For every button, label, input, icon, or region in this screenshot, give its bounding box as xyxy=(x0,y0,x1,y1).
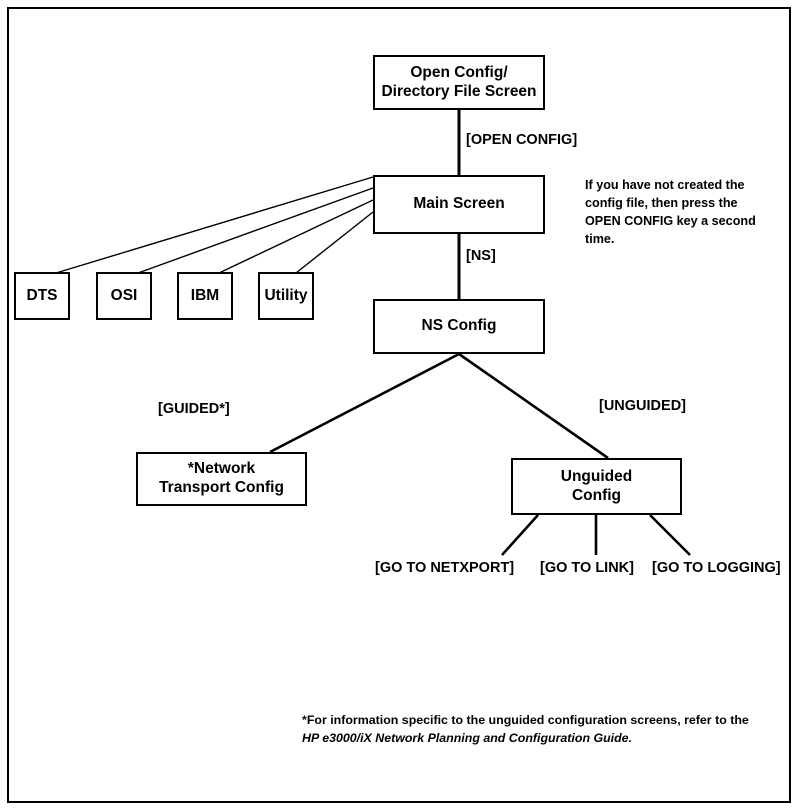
edge-label-go-to-logging: [GO TO LOGGING] xyxy=(652,560,781,576)
edge-nsconfig-to-unguided xyxy=(458,352,609,460)
edge-label-open-config: [OPEN CONFIG] xyxy=(466,132,578,148)
node-ns-config[interactable]: NS Config xyxy=(373,299,545,354)
node-unguided-config[interactable]: Unguided Config xyxy=(511,458,682,515)
node-open-config-line2: Directory File Screen xyxy=(381,82,537,100)
node-open-config-directory-file-screen[interactable]: Open Config/ Directory File Screen xyxy=(373,55,545,110)
note-line-1: If you have not created the xyxy=(585,178,745,192)
edge-nsconfig-to-network-transport xyxy=(269,352,460,454)
node-utility[interactable]: Utility xyxy=(258,272,314,320)
edge-label-ns: [NS] xyxy=(466,248,496,264)
edge-unguided-to-logging xyxy=(649,514,691,556)
note-line-3: OPEN CONFIG key a second xyxy=(585,213,756,228)
node-osi-label: OSI xyxy=(110,286,138,304)
footnote-line-2-guide-title: HP e3000/iX Network Planning and Configu… xyxy=(302,730,633,745)
node-open-config-line1: Open Config/ xyxy=(410,63,508,81)
edge-unguided-to-netxport xyxy=(501,514,539,556)
node-unguided-line1: Unguided xyxy=(560,467,633,485)
edge-main-to-dts xyxy=(55,176,374,274)
edge-label-go-to-netxport: [GO TO NETXPORT] xyxy=(375,560,515,576)
node-main-screen[interactable]: Main Screen xyxy=(373,175,545,234)
node-main-screen-label: Main Screen xyxy=(413,195,505,213)
edge-label-go-to-link: [GO TO LINK] xyxy=(540,560,634,576)
edge-main-to-ibm xyxy=(218,199,374,274)
note-open-config-hint: If you have not created the config file,… xyxy=(585,177,785,249)
node-dts[interactable]: DTS xyxy=(14,272,70,320)
footnote-unguided-reference: *For information specific to the unguide… xyxy=(302,712,772,748)
note-line-4: time. xyxy=(585,231,615,246)
node-utility-label: Utility xyxy=(264,286,308,304)
node-ibm-label: IBM xyxy=(190,286,220,304)
edge-main-to-utility xyxy=(295,211,374,274)
node-osi[interactable]: OSI xyxy=(96,272,152,320)
node-network-transport-line2: Transport Config xyxy=(159,479,284,496)
node-network-transport-line1: *Network xyxy=(187,460,256,478)
footnote-line-1: *For information specific to the unguide… xyxy=(302,713,749,727)
node-dts-label: DTS xyxy=(26,286,58,304)
edge-label-guided: [GUIDED*] xyxy=(158,401,230,417)
diagram-page: Open Config/ Directory File Screen [OPEN… xyxy=(0,0,798,809)
node-ns-config-label: NS Config xyxy=(421,317,497,335)
node-network-transport-config[interactable]: *Network Transport Config xyxy=(136,452,307,506)
node-unguided-line2: Config xyxy=(571,486,622,504)
node-ibm[interactable]: IBM xyxy=(177,272,233,320)
edge-label-unguided: [UNGUIDED] xyxy=(599,398,686,414)
edge-main-to-osi xyxy=(137,187,374,274)
note-line-2: config file, then press the xyxy=(585,195,738,210)
